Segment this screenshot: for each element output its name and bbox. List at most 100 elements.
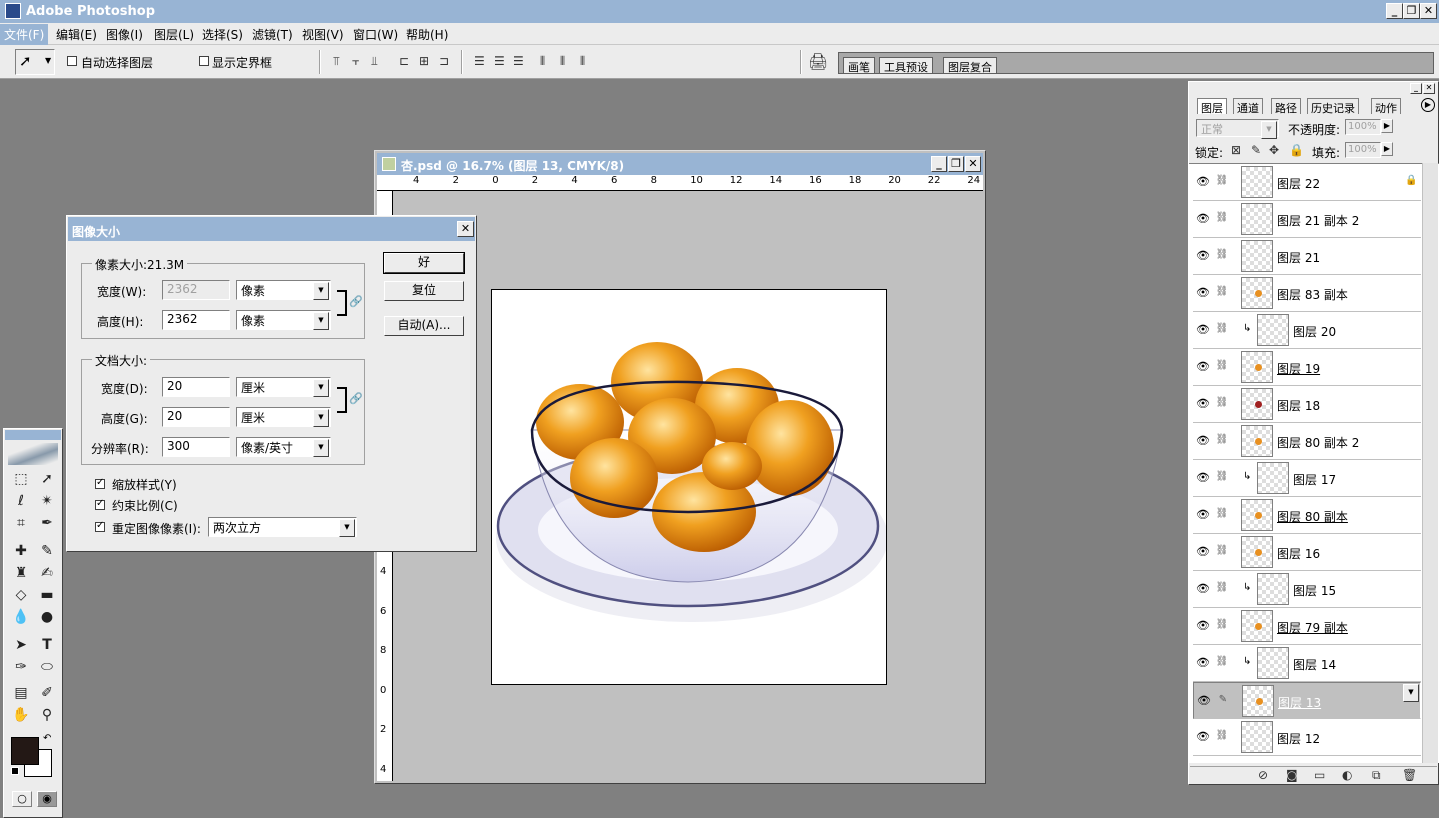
doc-height-unit-select[interactable]: 厘米 [236,407,331,427]
link-icon[interactable]: ⛓ [1215,212,1229,226]
menu-help[interactable]: 帮助(H) [406,26,448,43]
align-vcenter-icon[interactable]: ⫟ [352,54,359,69]
auto-button[interactable]: 自动(A)... [384,316,464,336]
fill-input[interactable]: 100% [1345,142,1381,158]
menu-window[interactable]: 窗口(W) [353,26,398,43]
layer-row[interactable]: 👁 ⛓ 图层 22 🔒 [1193,164,1421,201]
link-icon[interactable]: ⛓ [1215,360,1229,374]
align-right-icon[interactable]: ⊐ [439,54,449,68]
dialog-title-bar[interactable]: 图像大小 ✕ [68,217,475,241]
layer-row[interactable]: 👁 ✎ 图层 13 [1193,682,1421,719]
toolbox-title-bar[interactable] [5,430,61,440]
layer-row[interactable]: 👁 ⛓ 图层 21 [1193,238,1421,275]
menu-edit[interactable]: 编辑(E) [56,26,97,43]
align-hcenter-icon[interactable]: ⊞ [419,54,429,68]
dialog-close-button[interactable]: ✕ [457,221,474,237]
distribute-top-icon[interactable]: ☰ [474,54,485,68]
layer-mask-icon[interactable]: ◙ [1286,768,1298,782]
ok-button[interactable]: 好 [383,252,465,274]
doc-restore-button[interactable]: ❐ [948,156,964,172]
link-icon[interactable]: ⛓ [1215,471,1229,485]
distribute-vcenter-icon[interactable]: ☰ [494,54,505,68]
layer-row[interactable]: 👁 ⛓ ↳ 图层 15 [1193,571,1421,608]
path-select-tool-icon[interactable]: ➤ [10,635,32,655]
link-icon[interactable]: ⛓ [1215,508,1229,522]
menu-select[interactable]: 选择(S) [202,26,243,43]
link-icon[interactable]: ⛓ [1215,730,1229,744]
fill-slider-arrow[interactable]: ▶ [1381,142,1393,156]
slice-tool-icon[interactable]: ✒ [36,513,58,533]
panel-menu-icon[interactable]: ▶ [1421,98,1435,112]
adjustment-layer-icon[interactable]: ◐ [1342,768,1352,782]
tab-channels[interactable]: 通道 [1233,98,1263,115]
notes-tool-icon[interactable]: ▤ [10,683,32,703]
panel-minimize-button[interactable]: _ [1410,83,1422,94]
link-icon[interactable]: ⛓ [1215,582,1229,596]
swap-colors-icon[interactable]: ↶ [43,733,51,744]
tab-actions[interactable]: 动作 [1371,98,1401,115]
width-unit-select[interactable]: 像素 [236,280,331,300]
visibility-eye-icon[interactable]: 👁 [1195,730,1211,744]
constrain-proportions-checkbox[interactable] [95,498,105,510]
lock-image-icon[interactable]: ✎ [1251,143,1261,157]
visibility-eye-icon[interactable]: 👁 [1195,397,1211,411]
layer-row[interactable]: 👁 ⛓ ↳ 图层 17 [1193,460,1421,497]
layer-row[interactable]: 👁 ⛓ 图层 83 副本 [1193,275,1421,312]
layer-row[interactable]: 👁 ⛓ 图层 16 [1193,534,1421,571]
height-unit-select[interactable]: 像素 [236,310,331,330]
distribute-bottom-icon[interactable]: ☰ [513,54,524,68]
dodge-tool-icon[interactable]: ● [36,607,58,627]
visibility-eye-icon[interactable]: 👁 [1195,434,1211,448]
well-tab-layer-comps[interactable]: 图层复合 [943,57,997,74]
align-left-icon[interactable]: ⊏ [399,54,409,68]
align-bottom-icon[interactable]: ⫫ [371,54,378,69]
well-tab-tool-presets[interactable]: 工具预设 [879,57,933,74]
doc-close-button[interactable]: ✕ [965,156,981,172]
close-button[interactable]: ✕ [1420,3,1437,19]
document-title-bar[interactable]: 杏.psd @ 16.7% (图层 13, CMYK/8) _ ❐ ✕ [377,153,983,175]
brush-tool-icon[interactable]: ✎ [36,541,58,561]
link-icon[interactable]: ⛓ [1215,397,1229,411]
paint-brush-icon[interactable]: ✎ [1216,694,1230,708]
visibility-eye-icon[interactable]: 👁 [1195,508,1211,522]
file-browser-icon[interactable]: 🖨 [808,52,828,71]
lock-position-icon[interactable]: ✥ [1269,143,1279,157]
visibility-eye-icon[interactable]: 👁 [1195,656,1211,670]
resample-method-select[interactable]: 两次立方 [208,517,357,537]
lock-transparency-icon[interactable]: ⊠ [1231,143,1241,157]
hand-tool-icon[interactable]: ✋ [10,705,32,725]
resolution-unit-select[interactable]: 像素/英寸 [236,437,331,457]
visibility-eye-icon[interactable]: 👁 [1195,249,1211,263]
panel-close-button[interactable]: ✕ [1423,83,1435,94]
shape-tool-icon[interactable]: ⬭ [36,657,58,677]
opacity-slider-arrow[interactable]: ▶ [1381,119,1393,133]
layer-row[interactable]: 👁 ⛓ 图层 21 副本 2 [1193,201,1421,238]
panel-title-bar[interactable]: _ ✕ [1190,83,1437,95]
scale-styles-checkbox[interactable] [95,477,105,489]
history-brush-tool-icon[interactable]: ✍ [36,563,58,583]
menu-filter[interactable]: 滤镜(T) [252,26,293,43]
layer-list-scrollbar[interactable] [1422,163,1438,763]
visibility-eye-icon[interactable]: 👁 [1196,694,1212,708]
reset-button[interactable]: 复位 [384,281,464,301]
doc-width-unit-select[interactable]: 厘米 [236,377,331,397]
resample-checkbox[interactable] [95,520,105,532]
link-icon[interactable]: ⛓ [1215,249,1229,263]
eyedropper-tool-icon[interactable]: ✐ [36,683,58,703]
menu-image[interactable]: 图像(I) [106,26,143,43]
marquee-tool-icon[interactable]: ⬚ [10,469,32,489]
layer-row[interactable]: 👁 ⛓ 图层 79 副本 [1193,608,1421,645]
menu-file[interactable]: 文件(F) [0,24,49,45]
horizontal-ruler[interactable]: 4 2 0 2 4 6 8 10 12 14 16 18 20 22 24 [377,175,983,191]
layer-row[interactable]: 👁 ⛓ 图层 80 副本 2 [1193,423,1421,460]
layer-row[interactable]: 👁 ⛓ ↳ 图层 14 [1193,645,1421,682]
new-layer-icon[interactable]: ⧉ [1372,768,1381,783]
visibility-eye-icon[interactable]: 👁 [1195,471,1211,485]
layer-row[interactable]: 👁 ⛓ 图层 80 副本 [1193,497,1421,534]
width-input[interactable]: 2362 [162,280,230,300]
resolution-input[interactable]: 300 [162,437,230,457]
restore-button[interactable]: ❐ [1403,3,1420,19]
tab-paths[interactable]: 路径 [1271,98,1301,115]
foreground-color-swatch[interactable] [11,737,39,765]
visibility-eye-icon[interactable]: 👁 [1195,323,1211,337]
